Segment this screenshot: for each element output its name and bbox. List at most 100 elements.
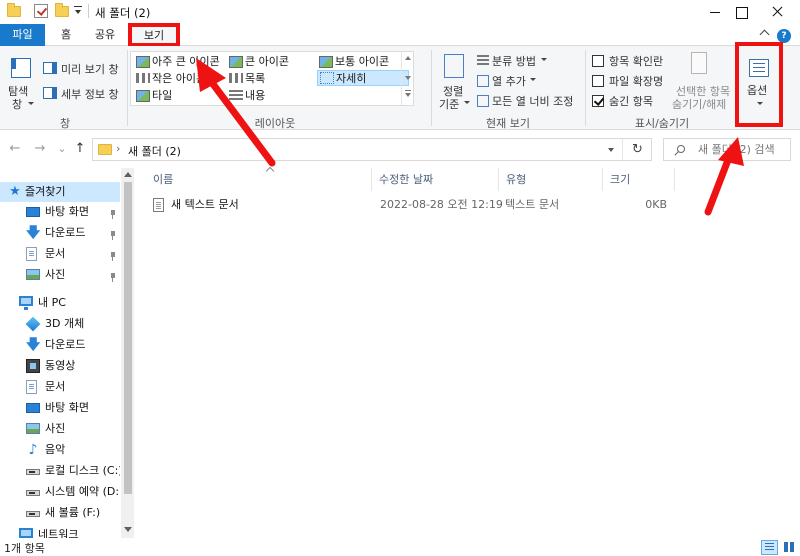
layout-list[interactable]: 목록 — [227, 71, 265, 87]
ribbon: 탐색 창 미리 보기 창 세부 정보 창 창 아주 큰 아이콘 큰 아이콘 보통… — [0, 46, 800, 130]
item-checkboxes-checkbox[interactable] — [592, 55, 604, 67]
group-by-label: 분류 방법 — [492, 55, 536, 68]
scroll-down-icon[interactable] — [124, 527, 132, 532]
sidebar-scrollbar-thumb[interactable] — [124, 182, 132, 494]
pin-icon[interactable] — [109, 231, 117, 240]
recent-locations-icon[interactable]: ⌄ — [55, 142, 69, 156]
file-list: 이름 수정한 날짜 유형 크기 새 텍스트 문서 2022-08-28 오전 1… — [137, 168, 800, 538]
sidebar-item-network[interactable]: 네트워크 — [19, 525, 119, 538]
pin-icon[interactable] — [109, 273, 117, 282]
layout-medium-icons[interactable]: 보통 아이콘 — [317, 54, 389, 70]
chevron-down-icon — [541, 58, 547, 61]
document-icon — [26, 247, 37, 261]
tiles-icon — [136, 90, 150, 102]
new-folder-icon[interactable] — [55, 3, 69, 17]
search-icon — [677, 145, 685, 153]
address-history-dropdown-icon[interactable] — [608, 148, 614, 152]
sort-by-label-2: 기준 — [439, 98, 460, 111]
annotation-box-view-tab — [128, 23, 180, 47]
status-item-count: 1개 항목 — [4, 542, 45, 555]
sidebar-item-videos[interactable]: 동영상 — [26, 356, 120, 376]
preview-pane-label: 미리 보기 창 — [61, 63, 119, 76]
breadcrumb-chevron-icon[interactable]: › — [116, 142, 120, 155]
medium-icons-label: 보통 아이콘 — [335, 55, 390, 68]
layout-extra-large-icons[interactable]: 아주 큰 아이콘 — [134, 54, 220, 70]
sidebar-item-pictures[interactable]: 사진 — [26, 419, 120, 439]
layout-content[interactable]: 내용 — [227, 88, 265, 104]
back-arrow-icon[interactable]: ← — [8, 142, 22, 156]
sidebar-item-quick-access[interactable]: ★ 즐겨찾기 — [0, 182, 120, 202]
sidebar-item-downloads[interactable]: 🡇 다운로드 — [26, 335, 120, 355]
hidden-items-checkbox[interactable] — [592, 95, 604, 107]
properties-check-icon[interactable] — [34, 4, 48, 18]
sidebar-item-music[interactable]: ♪ 음악 — [26, 440, 120, 460]
layout-large-icons[interactable]: 큰 아이콘 — [227, 54, 289, 70]
tab-home[interactable]: 홈 — [52, 24, 80, 46]
download-arrow-icon: 🡇 — [26, 337, 41, 353]
sidebar-item-qa-documents[interactable]: 문서 — [26, 244, 120, 264]
file-name: 새 텍스트 문서 — [171, 198, 239, 211]
column-header-type[interactable]: 유형 — [499, 168, 603, 191]
sidebar-item-desktop[interactable]: 바탕 화면 — [26, 398, 120, 418]
layout-gallery-scroll — [401, 52, 413, 105]
layout-details[interactable]: 자세히 — [317, 70, 409, 86]
extra-large-icons-icon — [136, 56, 150, 68]
search-box[interactable] — [663, 138, 791, 161]
gallery-scroll-down-icon[interactable] — [405, 76, 411, 80]
drive-icon — [26, 511, 40, 517]
column-header-size[interactable]: 크기 — [603, 168, 675, 191]
address-bar[interactable]: › 새 폴더 (2) ↻ — [92, 138, 652, 161]
drive-icon — [26, 490, 40, 496]
layout-tiles[interactable]: 타일 — [134, 88, 172, 104]
chevron-down-icon — [530, 78, 536, 81]
pin-icon[interactable] — [109, 210, 117, 219]
scroll-up-icon[interactable] — [124, 172, 132, 177]
sidebar-item-label: 네트워크 — [38, 528, 79, 538]
tab-share[interactable]: 공유 — [86, 24, 124, 46]
gallery-scroll-up-icon[interactable] — [405, 56, 411, 60]
title-bar: 새 폴더 (2) — [0, 0, 800, 24]
sidebar-item-drive-d[interactable]: 시스템 예약 (D:) — [26, 482, 120, 502]
sidebar-item-qa-pictures[interactable]: 사진 — [26, 265, 120, 285]
sidebar-item-this-pc[interactable]: 내 PC — [19, 293, 119, 313]
details-pane-label: 세부 정보 창 — [61, 88, 119, 101]
sidebar-item-documents[interactable]: 문서 — [26, 377, 120, 397]
column-header-name[interactable]: 이름 — [146, 168, 372, 191]
gallery-expand-icon[interactable] — [405, 90, 411, 97]
folder-icon — [98, 144, 112, 155]
sidebar-item-label: 다운로드 — [45, 226, 86, 239]
content-label: 내용 — [245, 89, 266, 102]
pin-icon[interactable] — [109, 252, 117, 261]
chevron-down-icon — [28, 102, 34, 105]
sidebar-item-drive-c[interactable]: 로컬 디스크 (C:) — [26, 461, 120, 481]
details-view-button[interactable] — [761, 540, 778, 555]
file-extensions-checkbox[interactable] — [592, 75, 604, 87]
help-icon[interactable]: ? — [777, 29, 791, 43]
up-arrow-icon[interactable]: ↑ — [73, 142, 87, 156]
column-header-date-modified[interactable]: 수정한 날짜 — [372, 168, 499, 191]
forward-arrow-icon[interactable]: → — [33, 142, 47, 156]
large-icons-view-button[interactable] — [781, 540, 798, 555]
list-label: 목록 — [245, 72, 266, 85]
breadcrumb-current[interactable]: 새 폴더 (2) — [128, 143, 181, 159]
refresh-icon[interactable]: ↻ — [622, 139, 652, 160]
item-checkboxes-label: 항목 확인란 — [609, 55, 664, 68]
sidebar-item-label: 사진 — [45, 268, 66, 281]
sidebar-item-drive-f[interactable]: 새 볼륨 (F:) — [26, 503, 120, 523]
sidebar-item-qa-desktop[interactable]: 바탕 화면 — [26, 202, 120, 222]
tiles-label: 타일 — [152, 89, 173, 102]
sidebar-item-3d-objects[interactable]: 3D 개체 — [25, 314, 120, 334]
ribbon-collapse-icon[interactable] — [760, 31, 770, 39]
layout-small-icons[interactable]: 작은 아이콘 — [134, 71, 206, 87]
computer-icon — [19, 296, 33, 310]
pictures-icon — [26, 269, 40, 280]
tab-file[interactable]: 파일 — [0, 24, 45, 46]
content-icon — [229, 90, 243, 102]
table-row[interactable]: 새 텍스트 문서 2022-08-28 오전 12:19 텍스트 문서 0KB — [149, 195, 679, 215]
panes-group-label: 창 — [59, 117, 71, 130]
sidebar-item-qa-downloads[interactable]: 🡇 다운로드 — [26, 223, 120, 243]
quick-access-customize-icon[interactable] — [74, 6, 82, 16]
sidebar-item-label: 사진 — [45, 422, 66, 435]
close-button[interactable] — [754, 0, 800, 24]
search-input[interactable] — [698, 143, 788, 156]
